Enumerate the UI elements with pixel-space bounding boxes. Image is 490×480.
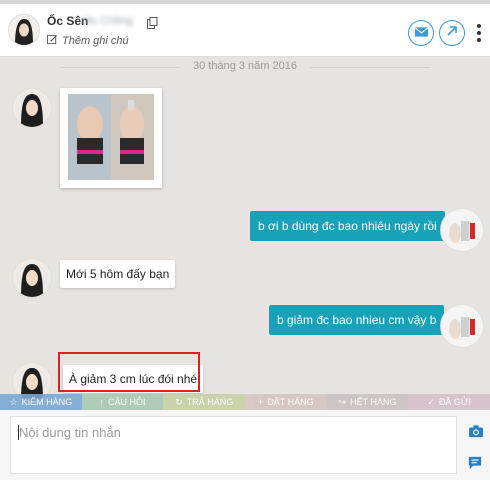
highlight-box xyxy=(58,352,200,392)
add-note-link[interactable]: Thêm ghi chú xyxy=(47,34,129,48)
edit-icon xyxy=(47,34,58,48)
customer-avatar xyxy=(12,88,52,128)
mail-icon xyxy=(414,24,428,42)
quick-reply-question[interactable]: ↑ Câu hỏi xyxy=(81,394,164,410)
quick-reply-label: Câu hỏi xyxy=(108,397,146,407)
quick-reply-label: Trả hàng xyxy=(186,397,234,407)
contact-avatar[interactable] xyxy=(8,14,40,46)
open-external-button[interactable] xyxy=(439,20,465,46)
quick-reply-sent[interactable]: ✓ Đã gửi xyxy=(408,394,490,410)
message-input[interactable]: Nội dung tin nhắn xyxy=(10,416,457,474)
quick-reply-label: Hết hàng xyxy=(350,397,397,407)
quick-reply-label: Kiểm hàng xyxy=(21,397,73,407)
shop-avatar xyxy=(440,208,484,252)
more-vertical-icon[interactable] xyxy=(476,24,482,42)
outgoing-message: b giảm đc bao nhieu cm vậy b xyxy=(269,305,445,335)
incoming-message: Mới 5 hôm đấy bạn xyxy=(60,260,176,288)
refresh-icon: ↻ xyxy=(175,396,183,407)
date-separator: 30 tháng 3 năm 2016 xyxy=(0,60,490,74)
mail-button[interactable] xyxy=(408,20,434,46)
message-composer: Nội dung tin nhắn xyxy=(0,410,490,480)
arrow-up-icon: ↑ xyxy=(99,397,105,407)
quick-reply-out-of-stock[interactable]: ↪ Hết hàng xyxy=(326,394,409,410)
quick-reply-check-stock[interactable]: ☆ Kiểm hàng xyxy=(0,394,82,410)
outgoing-message: b ơi b dùng đc bao nhiêu ngày rồi xyxy=(250,211,445,241)
quick-reply-label: Đã gửi xyxy=(438,397,472,407)
quick-reply-bar: ☆ Kiểm hàng ↑ Câu hỏi ↻ Trả hàng + Đặt hàng … xyxy=(0,394,490,410)
chat-template-icon[interactable] xyxy=(468,456,486,472)
quick-reply-order[interactable]: + Đặt hàng xyxy=(245,394,327,410)
message-image[interactable] xyxy=(60,88,162,188)
before-after-photo xyxy=(68,94,154,180)
message-placeholder: Nội dung tin nhắn xyxy=(19,425,121,440)
plus-icon: + xyxy=(258,397,264,407)
shop-avatar xyxy=(440,304,484,348)
check-icon: ✓ xyxy=(427,396,435,407)
customer-avatar xyxy=(12,258,52,298)
arrow-up-right-icon xyxy=(446,24,458,42)
contact-name-extra: Mu Chồng xyxy=(82,15,133,27)
camera-icon[interactable] xyxy=(468,424,486,440)
conversation-header: Ốc Sên Mu Chồng Thêm ghi chú xyxy=(0,4,490,57)
quick-reply-label: Đặt hàng xyxy=(267,397,314,407)
star-icon: ☆ xyxy=(9,396,18,407)
add-note-label: Thêm ghi chú xyxy=(62,35,129,47)
share-icon: ↪ xyxy=(338,396,347,407)
copy-icon[interactable] xyxy=(147,16,158,29)
quick-reply-return[interactable]: ↻ Trả hàng xyxy=(163,394,246,410)
